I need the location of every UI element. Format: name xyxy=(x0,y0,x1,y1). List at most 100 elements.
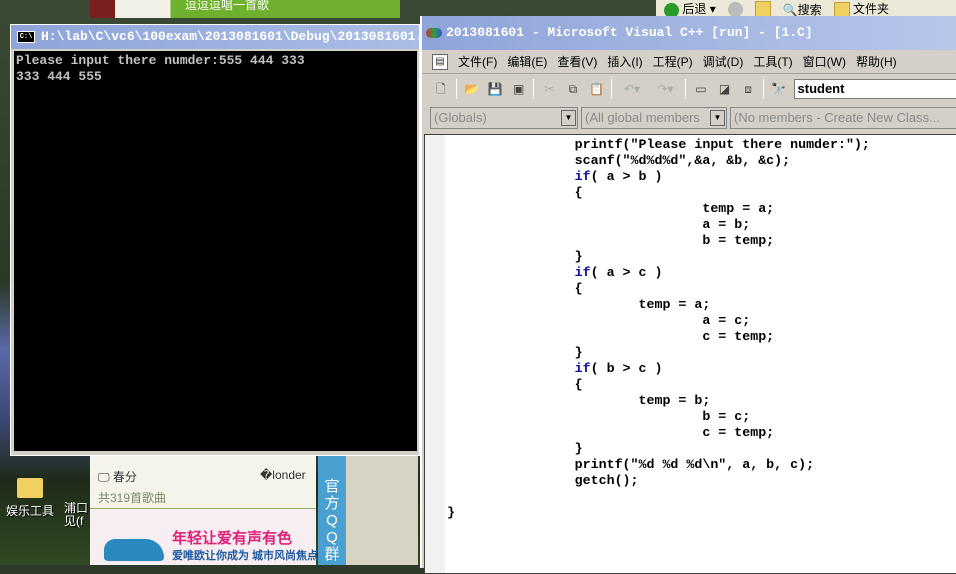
green-banner: 逗逗逗唱一首歌 xyxy=(90,0,400,18)
code-line-wrapper: temp = a; xyxy=(447,201,870,217)
code-line-wrapper: c = temp; xyxy=(447,425,870,441)
keyword-highlight: if xyxy=(574,169,591,185)
chevron-down-icon[interactable]: ▼ xyxy=(561,110,576,126)
forward-button[interactable] xyxy=(727,1,743,17)
redo-icon[interactable]: ↷▾ xyxy=(652,80,679,98)
scope-combo[interactable]: (Globals) ▼ xyxy=(430,107,578,129)
desktop-icon-pukou[interactable]: 浦口 见(f xyxy=(64,502,90,528)
code-line: } xyxy=(447,249,583,264)
code-line: if( a > b ) xyxy=(447,169,663,184)
code-line: printf("%d %d %d\n", a, b, c); xyxy=(447,457,815,472)
code-line-wrapper: } xyxy=(447,345,870,361)
cut-icon[interactable]: ✂ xyxy=(540,80,558,98)
visual-cpp-window: 2013081601 - Microsoft Visual C++ [run] … xyxy=(420,16,956,574)
search-icon: 🔍 xyxy=(782,2,798,17)
menu-edit[interactable]: 编辑(E) xyxy=(507,53,547,70)
code-line-wrapper xyxy=(447,489,870,505)
code-line-wrapper: getch(); xyxy=(447,473,870,489)
menu-project[interactable]: 工程(P) xyxy=(653,53,693,70)
console-line: 333 444 555 xyxy=(16,69,102,84)
up-folder-icon[interactable] xyxy=(754,1,771,17)
code-line-wrapper: c = temp; xyxy=(447,329,870,345)
code-line-wrapper: if( a > c ) if xyxy=(447,265,870,281)
code-line: } xyxy=(447,441,583,456)
standard-toolbar: 🗋 📂 💾 ▣ ✂ ⧉ 📋 ↶▾ ↷▾ ▭ ◪ ⧈ 🔭 student xyxy=(422,74,956,104)
menu-bar: ▤ 文件(F) 编辑(E) 查看(V) 插入(I) 工程(P) 调试(D) 工具… xyxy=(422,50,956,74)
desktop-icon-entertainment[interactable]: 娱乐工具 xyxy=(2,478,58,519)
chevron-down-icon[interactable]: ▼ xyxy=(710,110,725,126)
copy-icon[interactable]: ⧉ xyxy=(564,80,582,98)
code-line-wrapper: printf("Please input there numder:"); xyxy=(447,137,870,153)
menu-help[interactable]: 帮助(H) xyxy=(856,53,897,70)
console-output[interactable]: Please input there numder:555 444 333 333… xyxy=(14,51,417,451)
vc-titlebar[interactable]: 2013081601 - Microsoft Visual C++ [run] … xyxy=(422,16,956,50)
save-all-icon[interactable]: ▣ xyxy=(510,80,528,98)
folders-label: 文件夹 xyxy=(853,2,890,17)
find-in-files-icon[interactable]: 🔭 xyxy=(770,80,788,98)
code-line: if( b > c ) xyxy=(447,361,663,376)
filter-value: (All global members xyxy=(585,110,700,125)
menu-window[interactable]: 窗口(W) xyxy=(803,53,846,70)
code-line-wrapper: scanf("%d%d%d",&a, &b, &c); xyxy=(447,153,870,169)
window-list-icon[interactable]: ⧈ xyxy=(739,80,757,98)
code-line: b = temp; xyxy=(447,233,775,248)
wizard-bar: (Globals) ▼ (All global members ▼ (No memb… xyxy=(422,104,956,132)
editor-gutter xyxy=(425,135,445,573)
vc-title: 2013081601 - Microsoft Visual C++ [run] … xyxy=(446,25,813,40)
filter-combo[interactable]: (All global members ▼ xyxy=(581,107,727,129)
workspace-icon[interactable]: ▭ xyxy=(692,80,710,98)
members-value: (No members - Create New Class... xyxy=(734,110,940,125)
scope-value: (Globals) xyxy=(434,110,487,125)
console-titlebar[interactable]: C:\ H:\lab\C\vc6\100exam\2013081601\Debug… xyxy=(11,25,419,49)
save-icon[interactable]: 💾 xyxy=(486,80,504,98)
code-editor[interactable]: printf("Please input there numder:"); sc… xyxy=(424,134,956,574)
code-line: } xyxy=(447,345,583,360)
keyword-highlight: if xyxy=(574,361,591,377)
code-line: b = c; xyxy=(447,409,751,424)
code-line: c = temp; xyxy=(447,425,775,440)
code-line-wrapper: a = c; xyxy=(447,313,870,329)
undo-icon[interactable]: ↶▾ xyxy=(618,80,645,98)
code-line: c = temp; xyxy=(447,329,775,344)
new-file-icon[interactable]: 🗋 xyxy=(432,80,450,98)
folder-icon xyxy=(17,478,43,498)
ad-subtitle: 爱唯欧让你成为 城市风尚焦点 xyxy=(172,550,319,562)
paste-icon[interactable]: 📋 xyxy=(588,80,606,98)
back-label: 后退 xyxy=(682,2,707,17)
menu-tools[interactable]: 工具(T) xyxy=(753,53,792,70)
code-line-wrapper: printf("%d %d %d\n", a, b, c); xyxy=(447,457,870,473)
output-window-icon[interactable]: ◪ xyxy=(716,80,734,98)
code-line-wrapper: temp = a; xyxy=(447,297,870,313)
find-value: student xyxy=(797,81,845,96)
desktop-icon-label: 娱乐工具 xyxy=(5,504,54,518)
song-row[interactable]: 🖵 春分 �londer xyxy=(98,468,308,485)
menu-insert[interactable]: 插入(I) xyxy=(607,53,642,70)
open-folder-icon[interactable]: 📂 xyxy=(463,80,481,98)
code-line-wrapper: b = temp; xyxy=(447,233,870,249)
song-artist: �londer xyxy=(260,468,306,482)
menu-debug[interactable]: 调试(D) xyxy=(703,53,744,70)
members-combo[interactable]: (No members - Create New Class... xyxy=(730,107,956,129)
code-line: printf("Please input there numder:"); xyxy=(447,137,870,152)
document-icon[interactable]: ▤ xyxy=(432,53,448,70)
search-label: 搜索 xyxy=(797,2,822,17)
advertisement[interactable]: 年轻让爱有声有色 爱唯欧让你成为 城市风尚焦点 xyxy=(90,508,319,565)
code-line: if( a > c ) xyxy=(447,265,663,280)
code-text: printf("Please input there numder:"); sc… xyxy=(447,137,870,521)
find-combo[interactable]: student xyxy=(793,79,956,99)
background-panel xyxy=(346,456,418,565)
code-line-wrapper: temp = b; xyxy=(447,393,870,409)
music-player-panel: 🖵 春分 �londer 共319首歌曲 年轻让爱有声有色 爱唯欧让你成为 城市风尚… xyxy=(90,456,319,565)
qq-group-label: 官方QQ群 xyxy=(324,478,340,563)
code-line-wrapper: } xyxy=(447,505,870,521)
search-button[interactable]: 🔍搜索 xyxy=(783,1,822,18)
code-line: { xyxy=(447,281,583,296)
menu-file[interactable]: 文件(F) xyxy=(458,53,497,70)
qq-group-button[interactable]: 官方QQ群 xyxy=(318,456,346,565)
visual-studio-icon xyxy=(426,28,442,38)
desktop-icon-label: 浦口 见(f xyxy=(64,502,89,528)
menu-view[interactable]: 查看(V) xyxy=(557,53,597,70)
keyword-highlight: if xyxy=(574,265,591,281)
song-title: 春分 xyxy=(112,470,137,484)
